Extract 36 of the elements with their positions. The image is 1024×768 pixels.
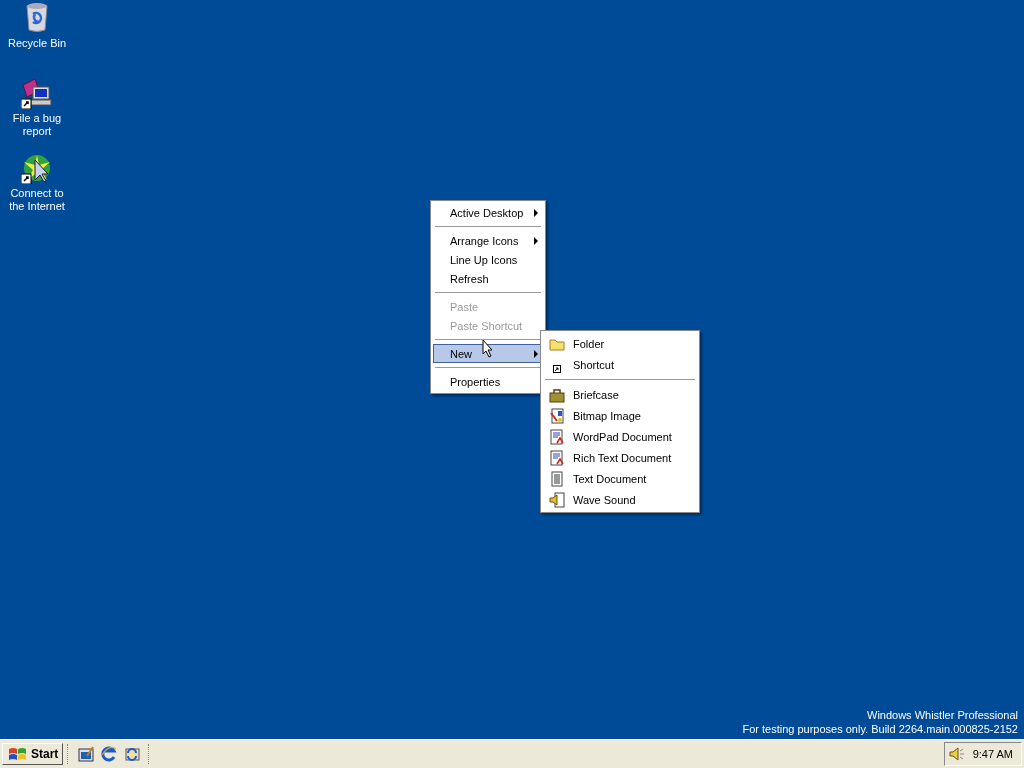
browser-e-icon[interactable] (101, 746, 118, 762)
refresh-window-icon[interactable] (124, 746, 141, 762)
paint-document-icon (549, 407, 565, 424)
desktop-pencil-icon[interactable] (78, 746, 95, 762)
menu-item[interactable]: Rich Text Document (543, 447, 697, 468)
globe-cursor-icon-shortcut[interactable] (21, 152, 53, 184)
mouse-pointer-icon (482, 339, 494, 358)
briefcase-icon (549, 386, 565, 403)
menu-item[interactable]: Wave Sound (543, 489, 697, 510)
menu-item[interactable]: Text Document (543, 468, 697, 489)
clock-text: 9:47 AM (972, 748, 1013, 760)
document-icon (549, 449, 565, 466)
windows-logo-icon (7, 746, 29, 762)
menu-item[interactable]: Arrange Icons (433, 231, 543, 250)
document-icon (549, 428, 565, 445)
menu-item[interactable]: Folder (543, 333, 697, 354)
icon-label[interactable]: Recycle Bin (2, 37, 72, 50)
menu-item[interactable]: Shortcut (543, 354, 697, 375)
menu-item[interactable]: Active Desktop (433, 203, 543, 222)
shortcut-arrow-icon (553, 364, 561, 373)
menu-item[interactable]: New (433, 344, 543, 363)
book-computer-icon-shortcut[interactable] (21, 77, 53, 109)
menu-item[interactable]: Line Up Icons (433, 250, 543, 269)
speaker-icon[interactable] (948, 746, 965, 762)
speaker-document-icon (549, 491, 565, 508)
menu-item[interactable]: Refresh (433, 269, 543, 288)
menu-item[interactable]: Briefcase (543, 384, 697, 405)
start-button[interactable]: Start (2, 743, 64, 765)
icon-label[interactable]: File a bug report (2, 112, 72, 138)
notice-text: For testing purposes only. Build 2264.main.000825-2152 (742, 722, 1018, 736)
text-document-icon (549, 470, 565, 487)
menu-item[interactable]: Properties (433, 372, 543, 391)
menu-item[interactable]: Bitmap Image (543, 405, 697, 426)
icon-label[interactable]: Connect to the Internet (2, 187, 72, 213)
menu-item[interactable]: WordPad Document (543, 426, 697, 447)
notice-text: Windows Whistler Professional (866, 708, 1018, 722)
